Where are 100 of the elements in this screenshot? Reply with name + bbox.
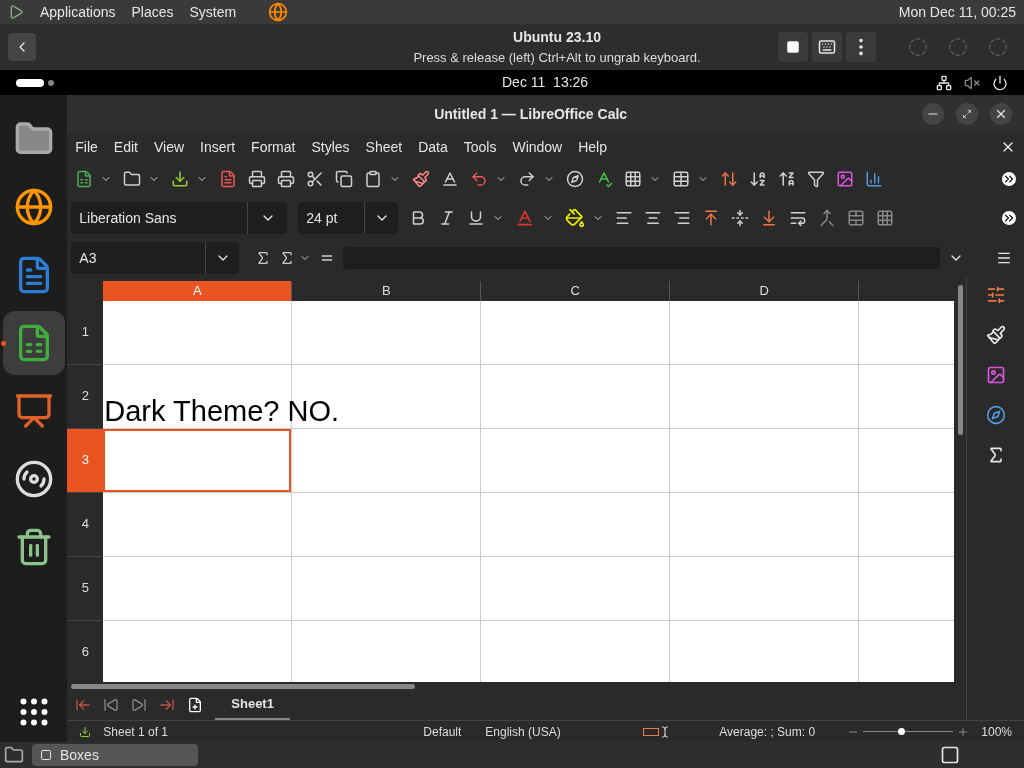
download-icon[interactable] [171,170,190,188]
sort-icon[interactable] [720,170,739,188]
navigator-icon[interactable] [985,405,1006,425]
underline-icon[interactable] [467,209,486,227]
table-icon[interactable] [672,170,691,188]
presentation-icon[interactable] [13,391,54,431]
name-box[interactable]: A3 [71,242,240,274]
browser-icon[interactable] [13,187,54,227]
menu-item[interactable]: Window [512,136,563,158]
align-left-icon[interactable] [615,209,634,227]
taskbar-button[interactable]: Boxes [32,744,198,766]
align-right-icon[interactable] [673,209,692,227]
vm-subtitle: Press & release (left) Ctrl+Alt to ungrab keyboard. [413,48,701,67]
column-header[interactable]: D [670,281,860,301]
panel-menu[interactable]: System [189,1,237,23]
logo-icon[interactable] [8,4,24,20]
power-icon[interactable] [992,74,1008,91]
new-spreadsheet-icon[interactable] [75,170,94,188]
image-icon[interactable] [836,170,855,188]
column-header[interactable]: A [103,281,293,301]
menu-item[interactable]: File [75,136,98,158]
next-sheet-icon[interactable] [131,697,148,713]
disc-icon[interactable] [13,459,54,499]
sheet-tab[interactable]: Sheet1 [215,690,290,720]
maximize-icon[interactable] [956,103,978,125]
menu-item[interactable]: Styles [311,136,350,158]
selection-mode-icon [643,727,660,736]
menu-item[interactable]: Help [578,136,607,158]
wrap-text-icon[interactable] [789,209,808,227]
menu-icon[interactable] [996,250,1012,266]
first-sheet-icon[interactable] [75,697,92,713]
navigator-icon[interactable] [566,170,585,188]
properties-icon[interactable] [985,285,1006,305]
copy-icon[interactable] [335,170,354,188]
dock-item[interactable] [2,311,65,375]
scissors-icon[interactable] [306,170,325,188]
unmerge-icon[interactable] [847,209,866,227]
language: English (USA) [485,723,562,741]
menu-item[interactable]: Format [251,136,296,158]
menu-item[interactable]: Edit [113,136,138,158]
font-name-field[interactable]: Liberation Sans [71,202,288,234]
pdf-icon[interactable] [219,170,238,188]
desktop-icon[interactable] [4,745,24,765]
more-icon[interactable] [1002,211,1016,225]
vertical-scrollbar[interactable] [957,285,963,435]
column-header[interactable]: B [292,281,482,301]
menu-item[interactable]: Data [418,136,448,158]
menu-item[interactable]: Sheet [365,136,403,158]
print-preview-icon[interactable] [277,170,296,188]
network-icon[interactable] [936,74,952,91]
zoom-in-icon[interactable] [957,725,970,738]
menu-item[interactable]: Tools [463,136,497,158]
stop-icon[interactable] [778,32,808,62]
minimize-icon[interactable] [922,103,944,125]
printer-icon[interactable] [248,170,267,188]
folder-icon[interactable] [123,170,142,188]
menu-item[interactable]: View [154,136,185,158]
align-center-icon[interactable] [644,209,663,227]
sort-descending-icon[interactable] [778,170,797,188]
font-size-field[interactable]: 24 pt [298,202,399,234]
workspace-indicator[interactable] [48,79,54,86]
add-sheet-icon[interactable] [187,697,204,713]
previous-sheet-icon[interactable] [103,697,120,713]
last-sheet-icon[interactable] [159,697,176,713]
clipboard-icon[interactable] [364,170,383,188]
vm-title: Ubuntu 23.10 [513,27,601,47]
boxes-icon[interactable] [940,745,960,765]
gallery-icon[interactable] [985,365,1006,385]
more-icon[interactable] [846,32,876,62]
back-icon[interactable] [8,33,36,61]
chart-icon[interactable] [865,170,884,188]
menu-item[interactable]: Insert [200,136,236,158]
zoom-slider-track[interactable] [863,728,954,735]
close-icon[interactable] [990,103,1012,125]
browser-icon[interactable] [268,2,289,22]
merge-icon[interactable] [818,209,837,227]
center-vertical-icon[interactable] [731,209,750,227]
horizontal-scrollbar[interactable] [71,683,416,689]
undo-icon[interactable] [470,170,489,188]
styles-icon[interactable] [985,325,1006,345]
grid-icon[interactable] [624,170,643,188]
date-clock[interactable]: Dec 11 13:26 [502,72,589,93]
highlight-icon[interactable] [565,208,586,228]
more-icon[interactable] [1002,172,1016,186]
brush-icon[interactable] [412,170,431,188]
column-header[interactable]: C [481,281,671,301]
muted-speaker-icon[interactable] [964,74,980,91]
workspace-indicator[interactable] [16,78,44,87]
keyboard-icon[interactable] [812,32,842,62]
sort-ascending-icon[interactable] [749,170,768,188]
panel-menu[interactable]: Places [131,1,174,23]
zoom-slider-thumb[interactable] [897,728,905,735]
clear-format-icon[interactable] [441,170,460,188]
page-style: Default [423,723,463,741]
redo-icon[interactable] [518,170,537,188]
window-icon [40,749,52,761]
filter-icon[interactable] [807,170,826,188]
row-header[interactable]: 3 [67,428,104,493]
panel-menu[interactable]: Applications [40,1,116,23]
cells-icon[interactable] [876,209,895,227]
